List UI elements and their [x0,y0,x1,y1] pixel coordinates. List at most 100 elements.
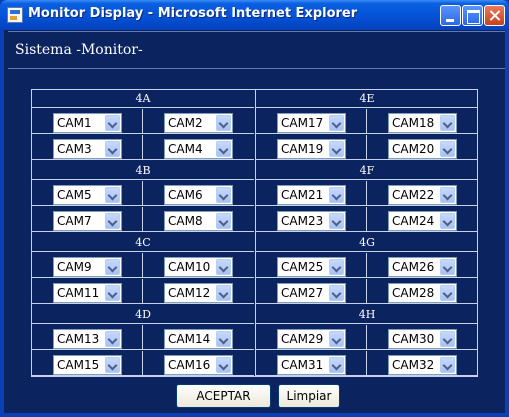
camera-select[interactable]: CAM17 [277,113,346,133]
camera-select[interactable]: CAM1 [53,113,122,133]
dropdown-arrow-icon[interactable] [105,213,120,229]
camera-select[interactable]: CAM22 [388,185,457,205]
monitor-row: CAM25 CAM26 [256,253,478,278]
camera-select[interactable]: CAM4 [164,139,233,159]
camera-select[interactable]: CAM25 [277,257,346,277]
camera-select-value: CAM27 [281,286,324,300]
dropdown-arrow-icon[interactable] [105,115,120,131]
monitor-cell: CAM12 [143,279,254,304]
camera-select[interactable]: CAM18 [388,113,457,133]
minimize-button[interactable] [440,5,461,26]
monitor-row: CAM5 CAM6 [32,181,254,206]
monitor-cell: CAM3 [32,135,143,160]
camera-select-value: CAM6 [168,188,203,202]
camera-select[interactable]: CAM8 [164,211,233,231]
monitor-group: 4D CAM13 CAM14 CAM15 CAM16 [32,306,254,378]
camera-select[interactable]: CAM11 [53,283,122,303]
camera-select[interactable]: CAM16 [164,355,233,375]
dropdown-arrow-icon[interactable] [329,187,344,203]
dropdown-arrow-icon[interactable] [105,141,120,157]
dropdown-arrow-icon[interactable] [216,213,231,229]
dropdown-arrow-icon[interactable] [440,331,455,347]
camera-select[interactable]: CAM6 [164,185,233,205]
dropdown-arrow-icon[interactable] [440,357,455,373]
dropdown-arrow-icon[interactable] [216,259,231,275]
dropdown-arrow-icon[interactable] [329,141,344,157]
camera-select-value: CAM26 [392,260,435,274]
dropdown-arrow-icon[interactable] [329,213,344,229]
maximize-button[interactable] [462,5,483,26]
monitor-column-right: 4E CAM17 CAM18 CAM19 CAM20 4F CAM21 CAM22 CAM23 C… [255,90,478,378]
dropdown-arrow-icon[interactable] [105,259,120,275]
dropdown-arrow-icon[interactable] [440,115,455,131]
camera-select[interactable]: CAM28 [388,283,457,303]
camera-select[interactable]: CAM32 [388,355,457,375]
camera-select-value: CAM9 [57,260,92,274]
dropdown-arrow-icon[interactable] [329,115,344,131]
camera-select[interactable]: CAM15 [53,355,122,375]
camera-select[interactable]: CAM19 [277,139,346,159]
camera-select[interactable]: CAM7 [53,211,122,231]
dropdown-arrow-icon[interactable] [329,357,344,373]
camera-select[interactable]: CAM21 [277,185,346,205]
accept-button[interactable]: ACEPTAR [176,384,271,408]
dropdown-arrow-icon[interactable] [440,213,455,229]
camera-select[interactable]: CAM13 [53,329,122,349]
dropdown-arrow-icon[interactable] [216,357,231,373]
title-bar[interactable]: Monitor Display - Microsoft Internet Exp… [0,0,509,30]
page-title: Sistema -Monitor- [15,42,143,58]
dropdown-arrow-icon[interactable] [440,187,455,203]
dropdown-arrow-icon[interactable] [105,187,120,203]
monitor-group: 4F CAM21 CAM22 CAM23 CAM24 [256,162,478,234]
monitor-cell: CAM31 [256,351,367,376]
camera-select[interactable]: CAM27 [277,283,346,303]
monitor-group: 4H CAM29 CAM30 CAM31 CAM32 [256,306,478,378]
dropdown-arrow-icon[interactable] [329,259,344,275]
dropdown-arrow-icon[interactable] [440,285,455,301]
dropdown-arrow-icon[interactable] [329,331,344,347]
dropdown-arrow-icon[interactable] [216,115,231,131]
camera-select-value: CAM15 [57,358,100,372]
dropdown-arrow-icon[interactable] [105,357,120,373]
dropdown-arrow-icon[interactable] [216,141,231,157]
dropdown-arrow-icon[interactable] [216,285,231,301]
camera-select[interactable]: CAM14 [164,329,233,349]
camera-select[interactable]: CAM31 [277,355,346,375]
clear-button[interactable]: Limpiar [278,384,340,408]
dropdown-arrow-icon[interactable] [440,259,455,275]
camera-select[interactable]: CAM29 [277,329,346,349]
camera-select[interactable]: CAM30 [388,329,457,349]
camera-select[interactable]: CAM12 [164,283,233,303]
monitor-cell: CAM6 [143,181,254,206]
monitor-cell: CAM10 [143,253,254,278]
monitor-group-label: 4G [256,234,478,252]
camera-select[interactable]: CAM2 [164,113,233,133]
camera-select[interactable]: CAM24 [388,211,457,231]
monitor-group: 4C CAM9 CAM10 CAM11 CAM12 [32,234,254,306]
camera-select[interactable]: CAM9 [53,257,122,277]
monitor-cell: CAM26 [367,253,478,278]
camera-select[interactable]: CAM5 [53,185,122,205]
close-button[interactable] [484,5,505,26]
monitor-cell: CAM29 [256,325,367,350]
monitor-column-left: 4A CAM1 CAM2 CAM3 CAM4 4B CAM5 CAM6 CAM7 CAM8 4C CA… [32,90,254,376]
dropdown-arrow-icon[interactable] [440,141,455,157]
monitor-row: CAM29 CAM30 [256,325,478,350]
camera-select[interactable]: CAM20 [388,139,457,159]
dropdown-arrow-icon[interactable] [216,331,231,347]
camera-select[interactable]: CAM10 [164,257,233,277]
dropdown-arrow-icon[interactable] [329,285,344,301]
dropdown-arrow-icon[interactable] [105,331,120,347]
camera-select[interactable]: CAM23 [277,211,346,231]
camera-select[interactable]: CAM3 [53,139,122,159]
camera-select-value: CAM28 [392,286,435,300]
monitor-group-label: 4C [32,234,254,252]
camera-select-value: CAM19 [281,142,324,156]
monitor-row: CAM19 CAM20 [256,135,478,160]
dropdown-arrow-icon[interactable] [105,285,120,301]
camera-select[interactable]: CAM26 [388,257,457,277]
monitor-row: CAM21 CAM22 [256,181,478,206]
dropdown-arrow-icon[interactable] [216,187,231,203]
monitor-cell: CAM7 [32,207,143,232]
window-title: Monitor Display - Microsoft Internet Exp… [28,6,358,21]
